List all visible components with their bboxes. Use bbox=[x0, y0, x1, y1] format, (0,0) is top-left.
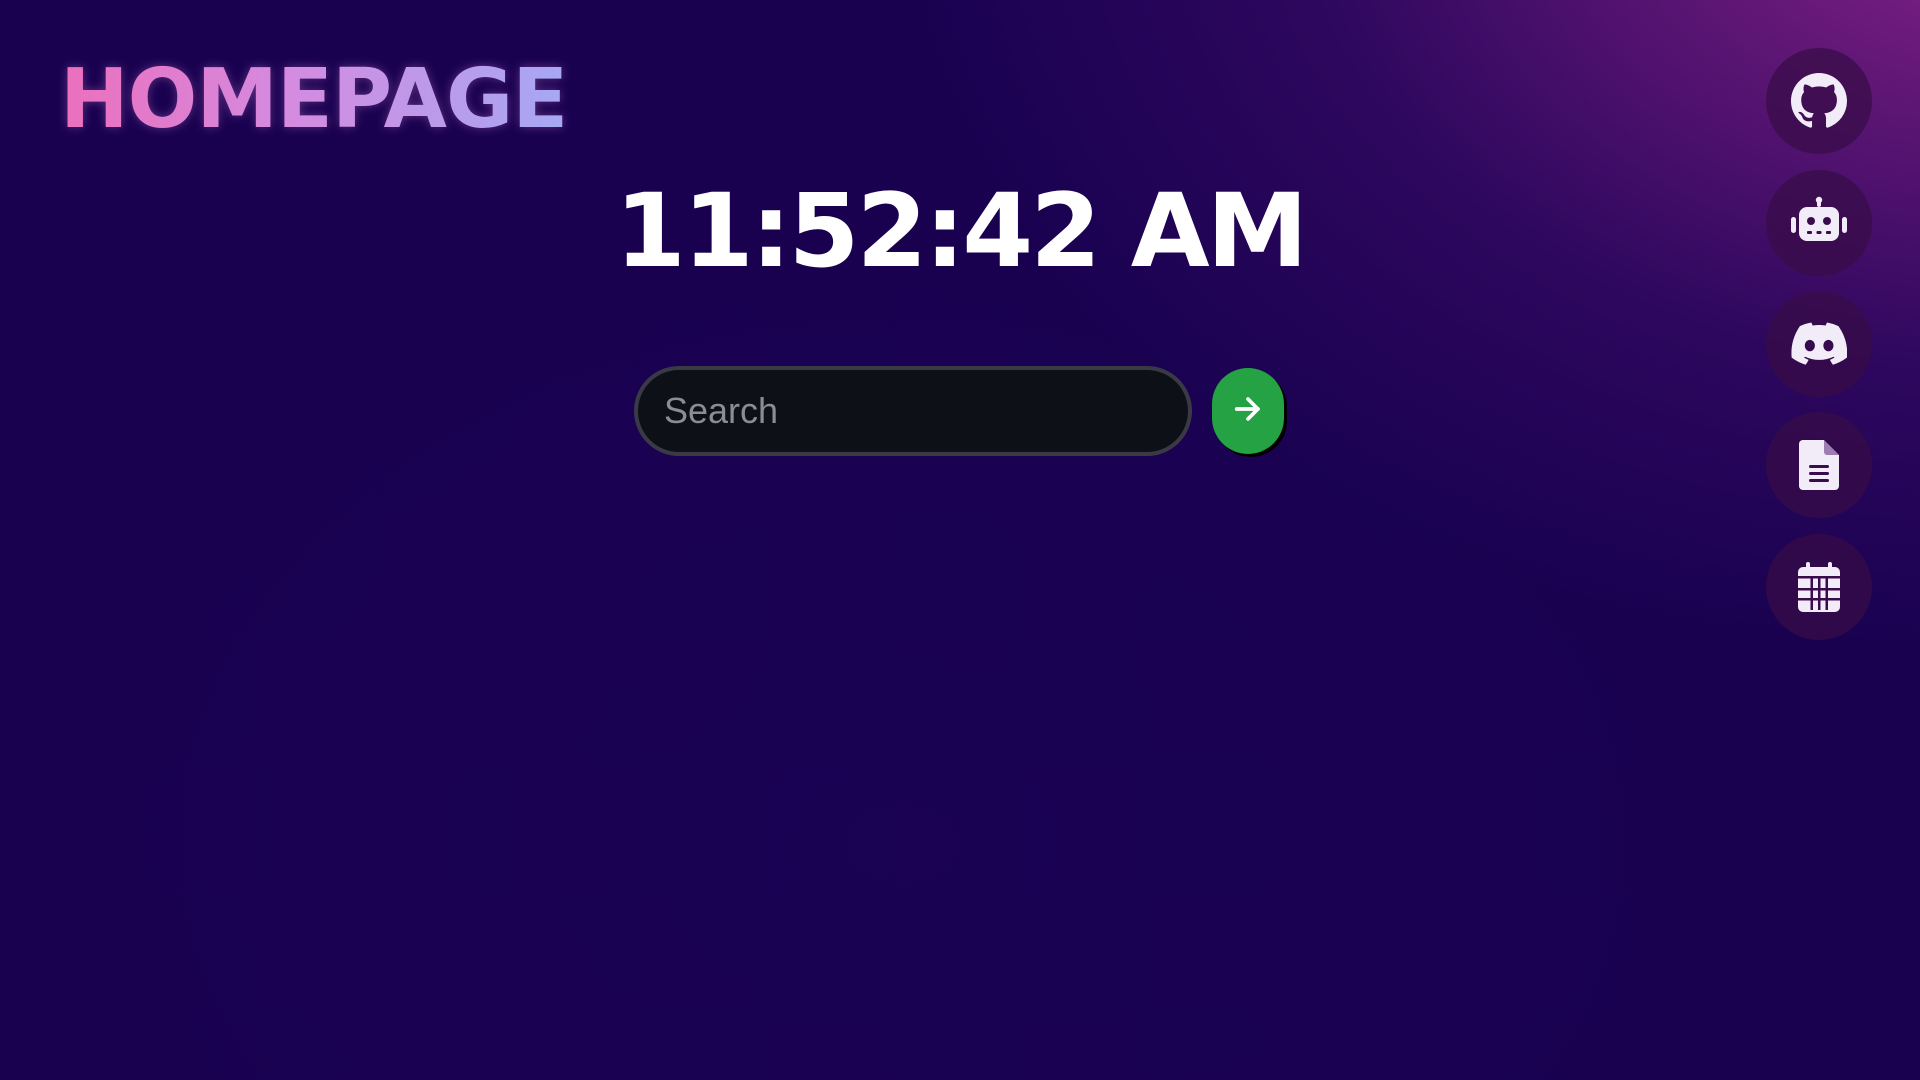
search-input[interactable] bbox=[634, 366, 1192, 456]
calendar-icon bbox=[1796, 562, 1842, 612]
robot-link-button[interactable] bbox=[1766, 170, 1872, 276]
discord-link-button[interactable] bbox=[1766, 291, 1872, 397]
document-icon bbox=[1799, 440, 1839, 490]
arrow-right-icon bbox=[1231, 392, 1265, 430]
search-submit-button[interactable] bbox=[1212, 368, 1284, 454]
clock-display: 11:52:42 AM bbox=[614, 172, 1308, 291]
robot-icon bbox=[1789, 195, 1849, 251]
github-link-button[interactable] bbox=[1766, 48, 1872, 154]
homepage-logo: HOMEPAGE bbox=[60, 52, 568, 147]
discord-icon bbox=[1791, 322, 1847, 366]
github-icon bbox=[1791, 73, 1847, 129]
document-link-button[interactable] bbox=[1766, 412, 1872, 518]
calendar-link-button[interactable] bbox=[1766, 534, 1872, 640]
